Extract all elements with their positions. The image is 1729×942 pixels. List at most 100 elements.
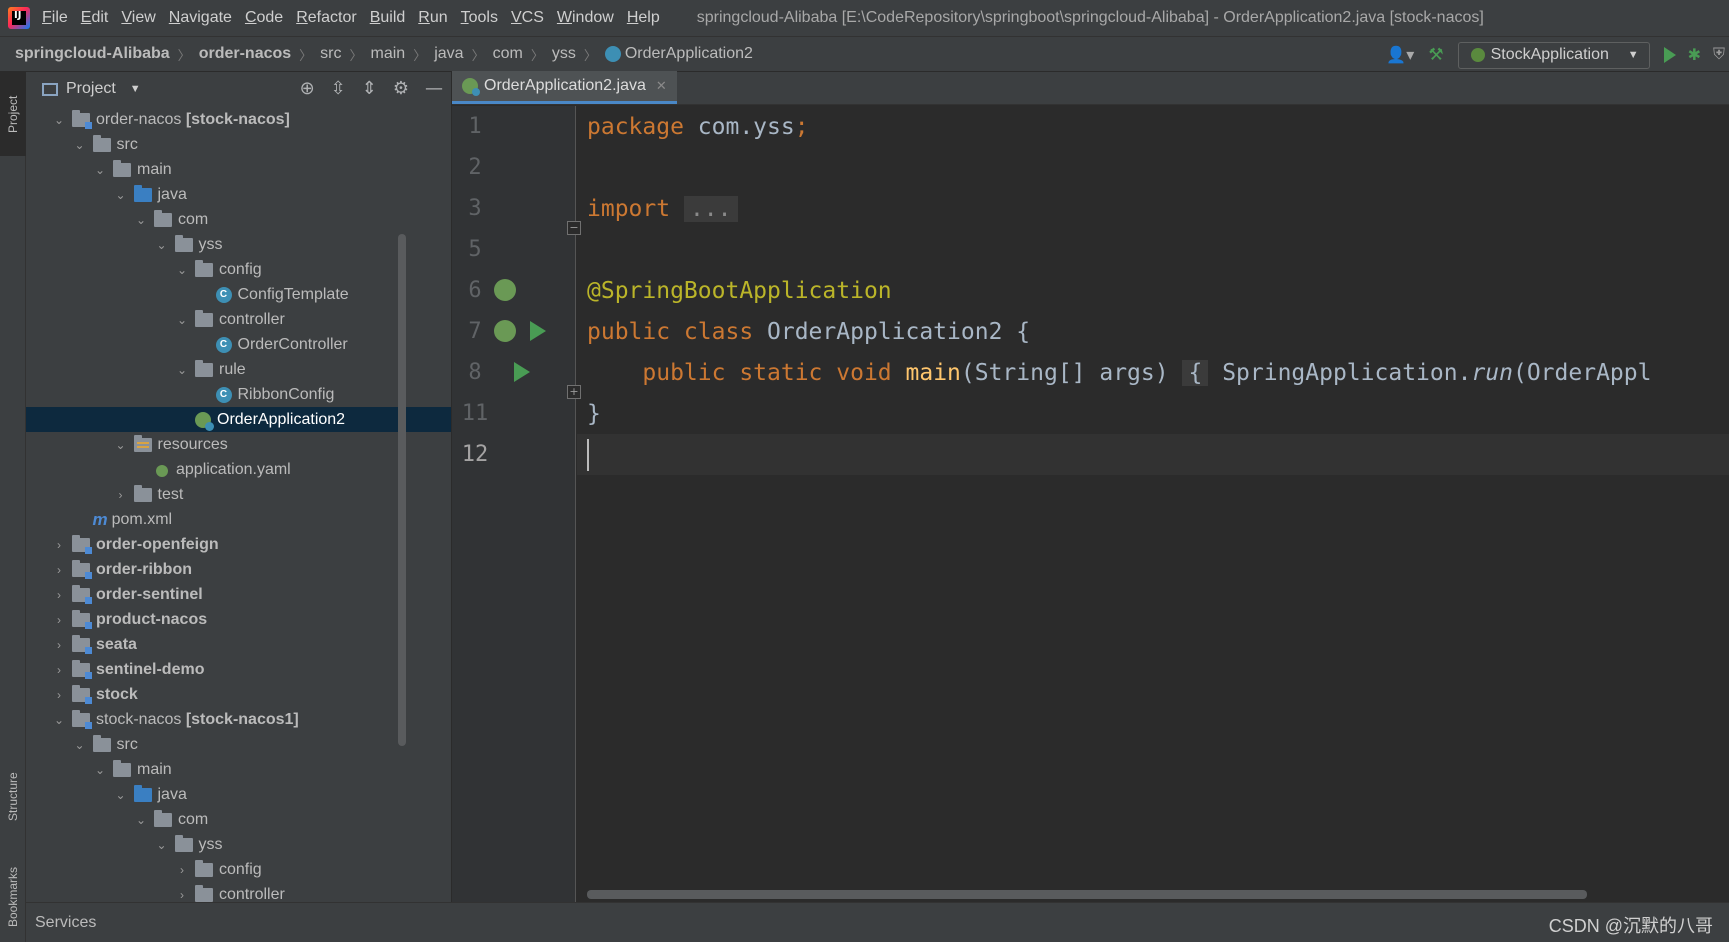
run-class-icon[interactable] [530,321,546,341]
tree-node[interactable]: › order-sentinel [26,582,451,607]
locate-file-icon[interactable]: ⊕ [300,78,315,99]
chevron-down-icon[interactable]: ⌄ [175,263,189,277]
menu-item-navigate[interactable]: Navigate [169,9,241,27]
breadcrumb-com[interactable]: com [493,45,523,63]
chevron-right-icon[interactable]: › [114,488,128,502]
chevron-down-icon[interactable]: ⌄ [155,838,169,852]
chevron-right-icon[interactable]: › [52,663,66,677]
close-icon[interactable]: ✕ [656,78,667,94]
menu-item-run[interactable]: Run [418,9,456,27]
tree-node[interactable]: ⌄ controller [26,307,451,332]
tree-node[interactable]: ⌄ com [26,207,451,232]
debug-bug-icon[interactable]: ✱ [1688,45,1701,65]
tree-node[interactable]: › sentinel-demo [26,657,451,682]
chevron-down-icon[interactable]: ⌄ [52,713,66,727]
menu-item-vcs[interactable]: VCS [511,9,553,27]
breadcrumb-java[interactable]: java [434,45,463,63]
tree-node[interactable]: C OrderController [26,332,451,357]
chevron-down-icon[interactable]: ⌄ [114,788,128,802]
tree-node[interactable]: application.yaml [26,457,451,482]
breadcrumb-module[interactable]: order-nacos [199,45,291,63]
menu-item-refactor[interactable]: Refactor [296,9,365,27]
chevron-down-icon[interactable]: ⌄ [73,738,87,752]
menu-item-tools[interactable]: Tools [461,9,507,27]
chevron-right-icon[interactable]: › [52,563,66,577]
tree-node[interactable]: › test [26,482,451,507]
tree-node[interactable]: ⌄ yss [26,232,451,257]
hide-panel-icon[interactable]: — [425,78,443,99]
project-tree-scrollbar[interactable] [398,234,406,746]
chevron-down-icon[interactable]: ⌄ [114,188,128,202]
tree-node[interactable]: › stock [26,682,451,707]
chevron-right-icon[interactable]: › [52,638,66,652]
chevron-down-icon[interactable]: ⌄ [175,363,189,377]
build-hammer-icon[interactable]: ⚒ [1428,45,1443,65]
breadcrumb-project[interactable]: springcloud-Alibaba [15,45,170,63]
services-tool-tab[interactable]: Services [35,914,96,932]
folded-imports[interactable]: ... [683,195,738,222]
menu-item-file[interactable]: File [42,9,77,27]
tree-node[interactable]: › order-openfeign [26,532,451,557]
tab-order-application2[interactable]: OrderApplication2.java ✕ [452,71,677,104]
chevron-down-icon[interactable]: ⌄ [155,238,169,252]
chevron-down-icon[interactable]: ⌄ [73,138,87,152]
chevron-right-icon[interactable]: › [52,538,66,552]
chevron-down-icon[interactable]: ⌄ [52,113,66,127]
menu-item-build[interactable]: Build [370,9,415,27]
breadcrumb-yss[interactable]: yss [552,45,576,63]
menu-item-window[interactable]: Window [557,9,623,27]
expand-all-icon[interactable]: ⇳ [331,78,346,99]
menu-item-view[interactable]: View [121,9,164,27]
breadcrumb-main[interactable]: main [371,45,406,63]
tool-tab-bookmarks[interactable]: Bookmarks [0,852,26,942]
tree-node[interactable]: › order-ribbon [26,557,451,582]
tree-node[interactable]: ⌄ config [26,257,451,282]
tree-node[interactable]: C RibbonConfig [26,382,451,407]
tool-tab-project[interactable]: Project [0,72,26,156]
chevron-down-icon[interactable]: ▼ [130,83,141,95]
project-panel-title[interactable]: Project [66,80,116,98]
tree-node[interactable]: › controller [26,882,451,902]
run-icon[interactable] [1663,47,1676,63]
tree-node[interactable]: ⌄ main [26,157,451,182]
breadcrumb-class[interactable]: OrderApplication2 [625,45,753,63]
chevron-down-icon[interactable]: ⌄ [134,213,148,227]
chevron-right-icon[interactable]: › [175,888,189,902]
chevron-down-icon[interactable]: ⌄ [114,438,128,452]
chevron-right-icon[interactable]: › [175,863,189,877]
tree-node[interactable]: › product-nacos [26,607,451,632]
chevron-right-icon[interactable]: › [52,588,66,602]
menu-item-help[interactable]: Help [627,9,669,27]
editor-horizontal-scrollbar[interactable] [587,890,1587,899]
code-area[interactable]: package com.yss; import ... @SpringBootA… [577,106,1729,902]
spring-bean-icon[interactable] [494,320,516,342]
tree-node[interactable]: ⌄ src [26,732,451,757]
tree-node[interactable]: › seata [26,632,451,657]
tree-node[interactable]: ⌄ java [26,182,451,207]
tree-node[interactable]: ⌄ com [26,807,451,832]
collapse-all-icon[interactable]: ⇕ [362,78,377,99]
chevron-right-icon[interactable]: › [52,613,66,627]
spring-bean-icon[interactable] [494,279,516,301]
tree-node[interactable]: OrderApplication2 [26,407,451,432]
tree-node[interactable]: C ConfigTemplate [26,282,451,307]
user-icon[interactable]: 👤▾ [1386,45,1414,65]
tree-node[interactable]: ⌄ stock-nacos [stock-nacos1] [26,707,451,732]
tree-node[interactable]: ⌄ rule [26,357,451,382]
tree-node[interactable]: ⌄ main [26,757,451,782]
tree-node[interactable]: ⌄ src [26,132,451,157]
chevron-down-icon[interactable]: ⌄ [134,813,148,827]
chevron-down-icon[interactable]: ⌄ [93,163,107,177]
tree-node[interactable]: › config [26,857,451,882]
tool-tab-structure[interactable]: Structure [0,752,26,842]
run-configuration-select[interactable]: StockApplication ▼ [1457,41,1650,69]
coverage-shield-icon[interactable]: ⛨ [1713,46,1725,64]
breadcrumb-src[interactable]: src [320,45,341,63]
tree-node[interactable]: ⌄ order-nacos [stock-nacos] [26,107,451,132]
tree-node[interactable]: ⌄ java [26,782,451,807]
tree-node[interactable]: ⌄ resources [26,432,451,457]
chevron-down-icon[interactable]: ⌄ [93,763,107,777]
tree-node[interactable]: ⌄ yss [26,832,451,857]
gear-icon[interactable]: ⚙ [393,78,409,99]
run-main-icon[interactable] [514,362,530,382]
